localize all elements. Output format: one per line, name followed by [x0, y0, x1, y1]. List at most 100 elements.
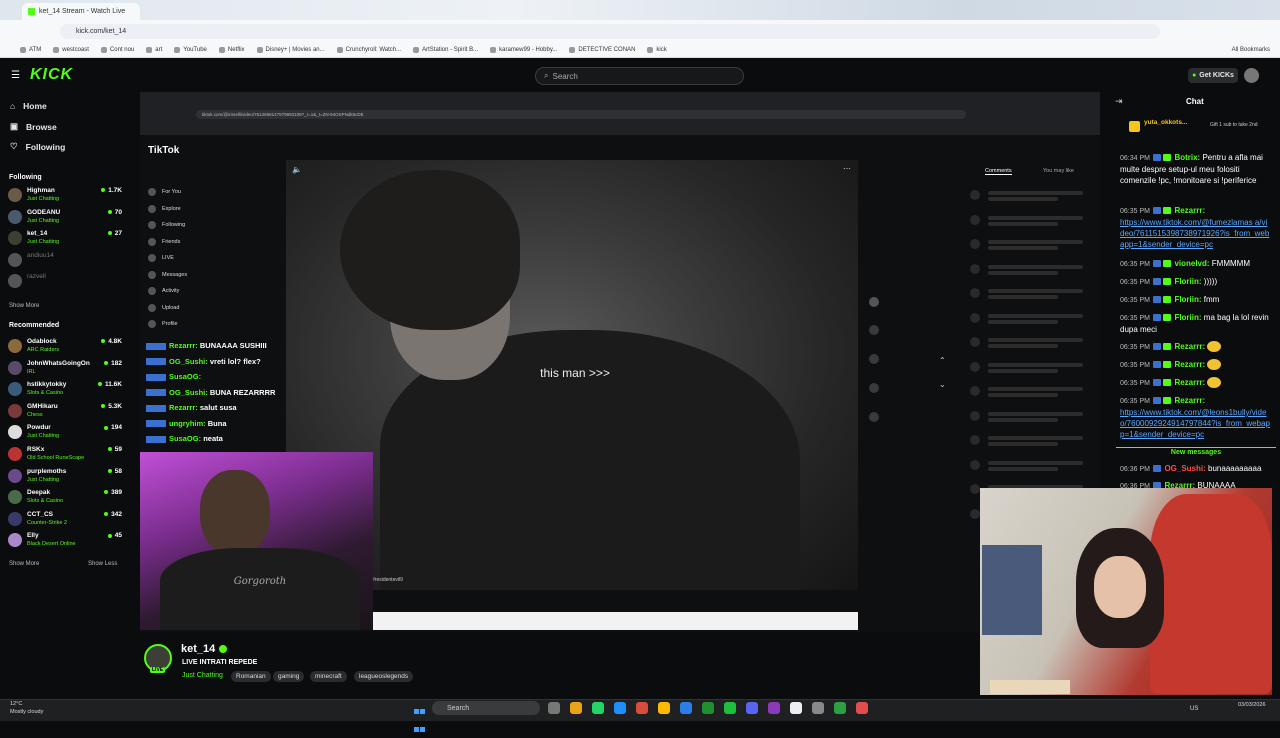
bookmark-item[interactable]: YouTube — [174, 46, 207, 53]
overlay-chat-line: Rezarrr: salut susa — [146, 403, 237, 412]
recommended-channel[interactable]: CCT_CS Counter-Strike 2 342 — [8, 509, 122, 529]
bookmark-item[interactable]: art — [146, 46, 162, 53]
bookmark-item[interactable]: DETECTIVE CONAN — [569, 46, 635, 53]
bookmark-item[interactable]: Disney+ | Movies an... — [256, 46, 325, 53]
bookmark-item[interactable]: ATM — [20, 46, 41, 53]
taskbar-app-icon[interactable] — [658, 702, 670, 714]
chat-username[interactable]: Rezarrr: — [1174, 396, 1205, 405]
stream-category[interactable]: Just Chatting — [182, 672, 223, 679]
taskbar-app-icon[interactable] — [768, 702, 780, 714]
tag-gaming[interactable]: gaming — [273, 671, 305, 682]
following-channel[interactable]: razvell — [8, 271, 122, 291]
bookmark-item[interactable]: Crunchyroll: Watch... — [336, 46, 401, 53]
comment-line-placeholder — [988, 417, 1058, 422]
channel-name: ket_14 — [27, 230, 48, 238]
bookmark-item[interactable]: ArtStation - Spirit B... — [413, 46, 478, 53]
taskbar-app-icon[interactable] — [746, 702, 758, 714]
channel-name: Deepak — [27, 489, 51, 497]
recommended-channel[interactable]: RSKx Old School RuneScape 59 — [8, 444, 122, 464]
bookmark-item[interactable]: karamew99 - Hobby... — [490, 46, 557, 53]
chat-badge-icon — [1153, 314, 1162, 322]
sidebar-nav-following[interactable]: ♡ Following — [10, 141, 65, 152]
taskbar-app-icon[interactable] — [812, 702, 824, 714]
tag-leagueoslegends[interactable]: leagueoslegends — [354, 671, 414, 682]
following-channel[interactable]: ket_14 Just Chatting 27 — [8, 228, 122, 248]
overlay-chat-user: OG_Sushi: — [169, 387, 208, 397]
following-channel[interactable]: Highman Just Chatting 1.7K — [8, 185, 122, 205]
channel-viewers: 342 — [104, 511, 122, 518]
chat-username[interactable]: Floriin: — [1174, 277, 1201, 286]
sidebar-nav-home[interactable]: ⌂ Home — [10, 101, 47, 111]
bookmark-item[interactable]: kick — [647, 46, 667, 53]
following-channel[interactable]: GODEANU Just Chatting 70 — [8, 207, 122, 227]
recommended-channel[interactable]: JohnWhatsGoingOn IRL 182 — [8, 358, 122, 378]
pinned-gift-text[interactable]: Gift 1 sub to take 2nd — [1210, 122, 1270, 128]
bookmark-item[interactable]: westcoast — [53, 46, 89, 53]
chat-timestamp: 06:35 PM — [1120, 208, 1150, 215]
language-indicator[interactable]: US — [1190, 706, 1198, 712]
chat-username[interactable]: Floriin: — [1174, 313, 1201, 322]
chat-username[interactable]: Rezarrr: — [1174, 360, 1205, 369]
taskbar-app-icon[interactable] — [834, 702, 846, 714]
recommended-channel[interactable]: hstikkytokky Slots & Casino 11.6K — [8, 379, 122, 399]
chat-username[interactable]: Rezarrr: — [1174, 206, 1205, 215]
show-less-recommended[interactable]: Show Less — [88, 561, 117, 567]
chat-username[interactable]: Rezarrr: — [1174, 342, 1205, 351]
windows-search-input[interactable]: Search — [432, 701, 540, 715]
bookmark-item[interactable]: Netflix — [218, 46, 245, 53]
recommended-channel[interactable]: Powdur Just Chatting 194 — [8, 422, 122, 442]
taskbar-app-icon[interactable] — [592, 702, 604, 714]
tag-minecraft[interactable]: minecraft — [310, 671, 347, 682]
kick-logo[interactable]: KICK — [30, 66, 73, 84]
taskbar-clock[interactable]: 03/03/2026 — [1238, 701, 1266, 709]
streamer-name[interactable]: ket_14 — [181, 643, 228, 655]
url-input[interactable]: kick.com/ket_14 — [60, 24, 1160, 39]
menu-icon[interactable]: ☰ — [11, 70, 20, 81]
get-kicks-button[interactable]: ● Get KICKs — [1188, 68, 1238, 83]
taskbar-app-icon[interactable] — [680, 702, 692, 714]
taskbar-app-icon[interactable] — [570, 702, 582, 714]
chat-username[interactable]: vionelvd: — [1174, 259, 1209, 268]
new-messages-divider[interactable]: New messages — [1116, 447, 1276, 458]
recommended-channel[interactable]: Deepak Slots & Casino 389 — [8, 487, 122, 507]
weather-widget[interactable]: 12°C Mostly cloudy — [10, 700, 43, 716]
taskbar-app-icon[interactable] — [636, 702, 648, 714]
recommended-channel[interactable]: purplemoths Just Chatting 58 — [8, 466, 122, 486]
recommended-channel[interactable]: Odablock ARC Raiders 4.8K — [8, 336, 122, 356]
chat-username[interactable]: Rezarrr: — [1174, 378, 1205, 387]
comment-placeholder — [970, 190, 1085, 201]
taskbar-app-icon[interactable] — [724, 702, 736, 714]
tag-romanian[interactable]: Romanian — [231, 671, 271, 682]
taskbar-app-icon[interactable] — [790, 702, 802, 714]
sidebar-nav-browse[interactable]: ▣ Browse — [10, 121, 57, 132]
recommended-channel[interactable]: Elly Black Desert Online 45 — [8, 530, 122, 550]
taskbar-app-icon[interactable] — [702, 702, 714, 714]
browser-tab-active[interactable]: ket_14 Stream - Watch Live — [22, 3, 140, 20]
chat-username[interactable]: Botrix: — [1174, 153, 1200, 162]
chat-message: 06:35 PM Rezarrr: https://www.tiktok.com… — [1120, 395, 1270, 440]
chat-username[interactable]: Floriin: — [1174, 295, 1201, 304]
chat-badge-icon — [1163, 154, 1172, 162]
tiktok-nav-icon — [148, 303, 156, 312]
search-input[interactable]: ⌕ Search — [535, 67, 744, 85]
collapse-chat-icon[interactable]: ⇥ — [1115, 96, 1123, 107]
chat-message: 06:35 PM Floriin: ))))) — [1120, 276, 1270, 288]
chat-username[interactable]: OG_Sushi: — [1164, 464, 1205, 473]
user-avatar[interactable] — [1244, 68, 1259, 83]
bookmark-icon — [218, 46, 225, 53]
chat-link[interactable]: https://www.tiktok.com/@leons1bully/vide… — [1120, 408, 1270, 439]
chat-text: bunaaaaaaaaa — [1208, 464, 1262, 473]
all-bookmarks[interactable]: All Bookmarks — [1232, 47, 1270, 53]
bookmark-item[interactable]: Cont nou — [100, 46, 134, 53]
comment-line-placeholder — [988, 362, 1083, 367]
following-channel[interactable]: andiuu14 — [8, 250, 122, 270]
show-more-following[interactable]: Show More — [9, 303, 39, 309]
windows-start-icon[interactable] — [414, 702, 426, 732]
recommended-channel[interactable]: GMHikaru Chess 5.3K — [8, 401, 122, 421]
taskbar-app-icon[interactable] — [548, 702, 560, 714]
show-more-recommended[interactable]: Show More — [9, 561, 39, 567]
more-icon: ⋯ — [843, 164, 851, 173]
taskbar-app-icon[interactable] — [856, 702, 868, 714]
taskbar-app-icon[interactable] — [614, 702, 626, 714]
chat-link[interactable]: https://www.tiktok.com/@fumezlamas a/vid… — [1120, 218, 1269, 249]
